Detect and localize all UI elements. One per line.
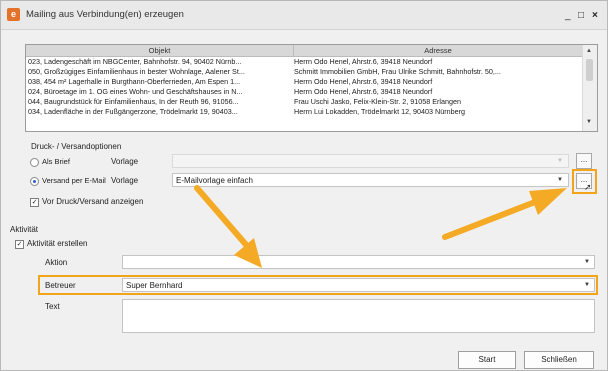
arrow-to-browse-head xyxy=(529,188,567,215)
dialog-window: e Mailing aus Verbindung(en) erzeugen _ … xyxy=(0,0,608,371)
arrow-to-browse xyxy=(442,199,538,240)
annotation-arrows xyxy=(194,185,567,268)
arrow-to-betreuer xyxy=(194,185,251,250)
